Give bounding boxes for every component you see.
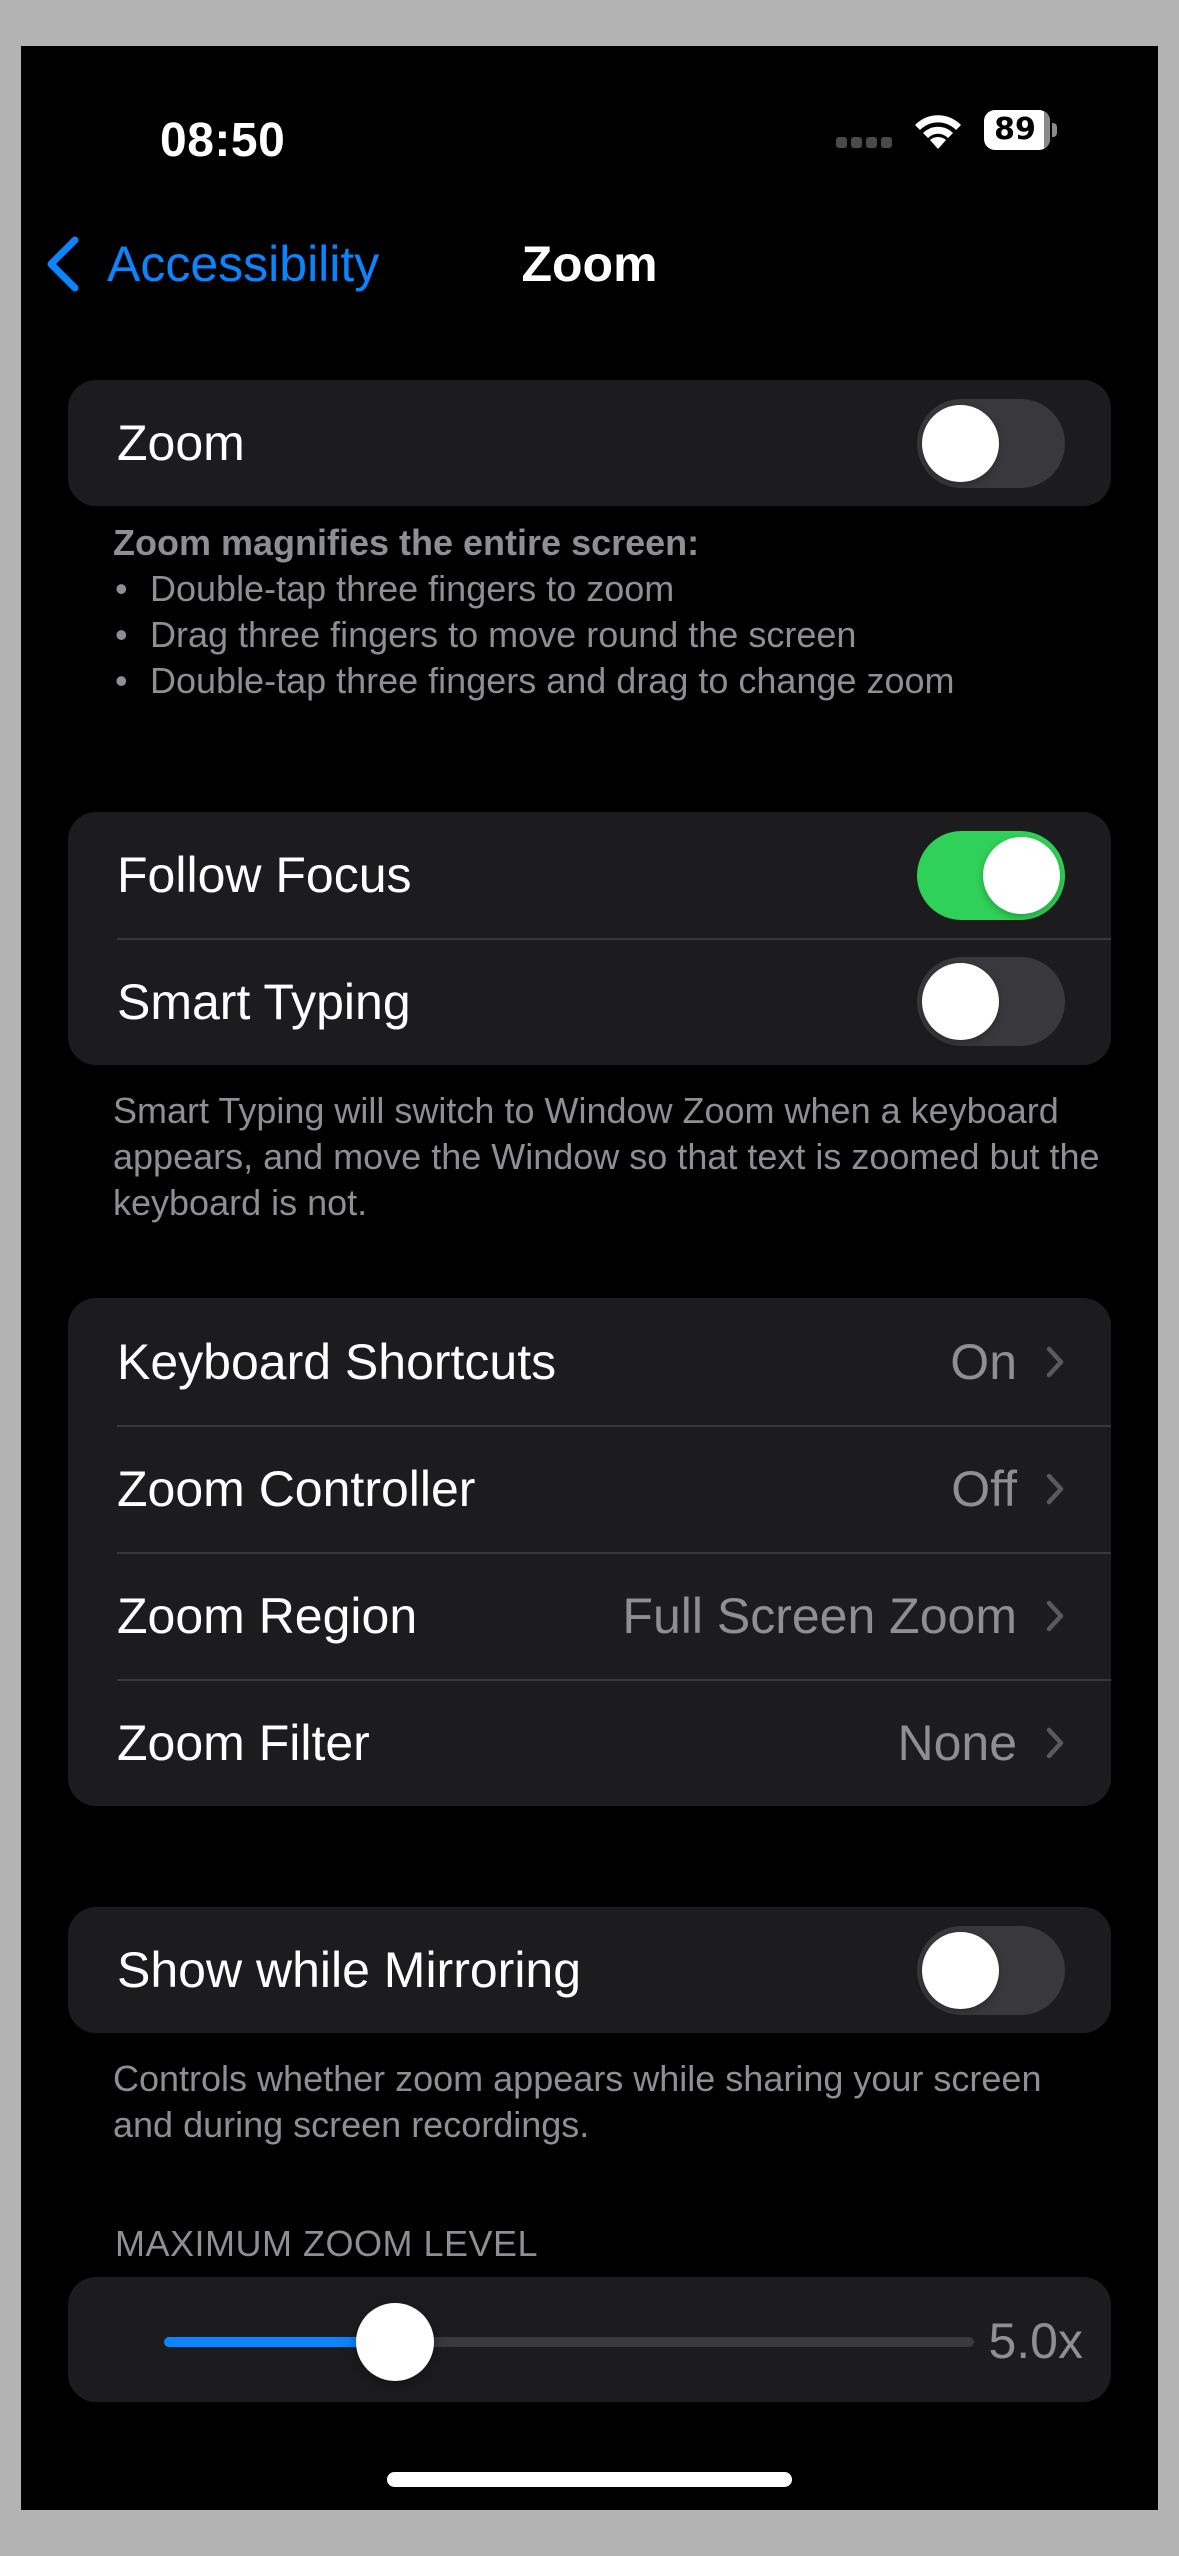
keyboard-shortcuts-row[interactable]: Keyboard Shortcuts On bbox=[68, 1298, 1111, 1425]
zoom-toggle[interactable] bbox=[917, 398, 1065, 488]
follow-focus-label: Follow Focus bbox=[117, 847, 412, 903]
smart-typing-toggle[interactable] bbox=[917, 957, 1065, 1046]
home-indicator[interactable] bbox=[387, 2472, 792, 2487]
keyboard-shortcuts-value: On bbox=[950, 1333, 1017, 1390]
zoom-footer: Zoom magnifies the entire screen: • Doubl… bbox=[113, 520, 1113, 704]
max-zoom-slider[interactable] bbox=[164, 2303, 974, 2381]
chevron-right-icon bbox=[1046, 1600, 1064, 1631]
toggle-knob bbox=[922, 404, 999, 482]
toggle-knob bbox=[983, 836, 1060, 914]
chevron-left-icon bbox=[47, 236, 79, 292]
zoom-row: Zoom bbox=[68, 380, 1111, 506]
zoom-region-row[interactable]: Zoom Region Full Screen Zoom bbox=[68, 1552, 1111, 1679]
max-zoom-value: 5.0x bbox=[988, 2313, 1083, 2369]
zoom-controller-value: Off bbox=[951, 1460, 1017, 1517]
chevron-right-icon bbox=[1046, 1346, 1064, 1377]
show-while-mirroring-label: Show while Mirroring bbox=[117, 1942, 582, 1998]
zoom-footer-heading: Zoom magnifies the entire screen: bbox=[113, 522, 700, 563]
zoom-region-label: Zoom Region bbox=[117, 1587, 418, 1644]
zoom-label: Zoom bbox=[117, 415, 245, 471]
toggle-knob bbox=[922, 1931, 999, 2009]
chevron-right-icon bbox=[1046, 1727, 1064, 1758]
max-zoom-card: 5.0x bbox=[68, 2277, 1111, 2402]
zoom-controller-label: Zoom Controller bbox=[117, 1460, 476, 1517]
toggle-knob bbox=[922, 963, 999, 1040]
wifi-icon bbox=[915, 115, 961, 149]
back-button-label: Accessibility bbox=[107, 236, 380, 292]
show-while-mirroring-row: Show while Mirroring bbox=[68, 1907, 1111, 2033]
smart-typing-footer: Smart Typing will switch to Window Zoom … bbox=[113, 1090, 1100, 1223]
options-card: Keyboard Shortcuts On Zoom Controller Of… bbox=[68, 1298, 1111, 1806]
cellular-signal-icon bbox=[836, 135, 896, 149]
smart-typing-row: Smart Typing bbox=[68, 938, 1111, 1065]
back-button[interactable]: Accessibility bbox=[45, 232, 379, 296]
mirroring-footer: Controls whether zoom appears while shar… bbox=[113, 2058, 1042, 2145]
follow-focus-toggle[interactable] bbox=[917, 830, 1065, 920]
zoom-footer-bullet: • Drag three fingers to move round the sc… bbox=[115, 614, 857, 655]
battery-level: 89 bbox=[994, 112, 1036, 147]
focus-card: Follow Focus Smart Typing bbox=[68, 812, 1111, 1065]
phone-screen: 08:50 89 Zoom Accessibility Zoom Zoom ma… bbox=[21, 46, 1158, 2510]
zoom-card: Zoom bbox=[68, 380, 1111, 506]
smart-typing-label: Smart Typing bbox=[117, 973, 411, 1030]
keyboard-shortcuts-label: Keyboard Shortcuts bbox=[117, 1333, 557, 1390]
max-zoom-header: MAXIMUM ZOOM LEVEL bbox=[115, 2223, 539, 2264]
zoom-controller-row[interactable]: Zoom Controller Off bbox=[68, 1425, 1111, 1552]
slider-thumb[interactable] bbox=[356, 2303, 435, 2381]
zoom-filter-value: None bbox=[897, 1714, 1017, 1771]
zoom-footer-bullet: • Double-tap three fingers and drag to ch… bbox=[115, 660, 955, 701]
follow-focus-row: Follow Focus bbox=[68, 812, 1111, 938]
zoom-region-value: Full Screen Zoom bbox=[622, 1587, 1017, 1644]
status-time: 08:50 bbox=[160, 114, 286, 167]
zoom-footer-bullet: • Double-tap three fingers to zoom bbox=[115, 568, 675, 609]
mirroring-card: Show while Mirroring bbox=[68, 1907, 1111, 2033]
chevron-right-icon bbox=[1046, 1473, 1064, 1504]
battery-icon: 89 bbox=[984, 110, 1058, 150]
show-while-mirroring-toggle[interactable] bbox=[917, 1925, 1065, 2015]
zoom-filter-label: Zoom Filter bbox=[117, 1714, 370, 1771]
zoom-filter-row[interactable]: Zoom Filter None bbox=[68, 1679, 1111, 1806]
